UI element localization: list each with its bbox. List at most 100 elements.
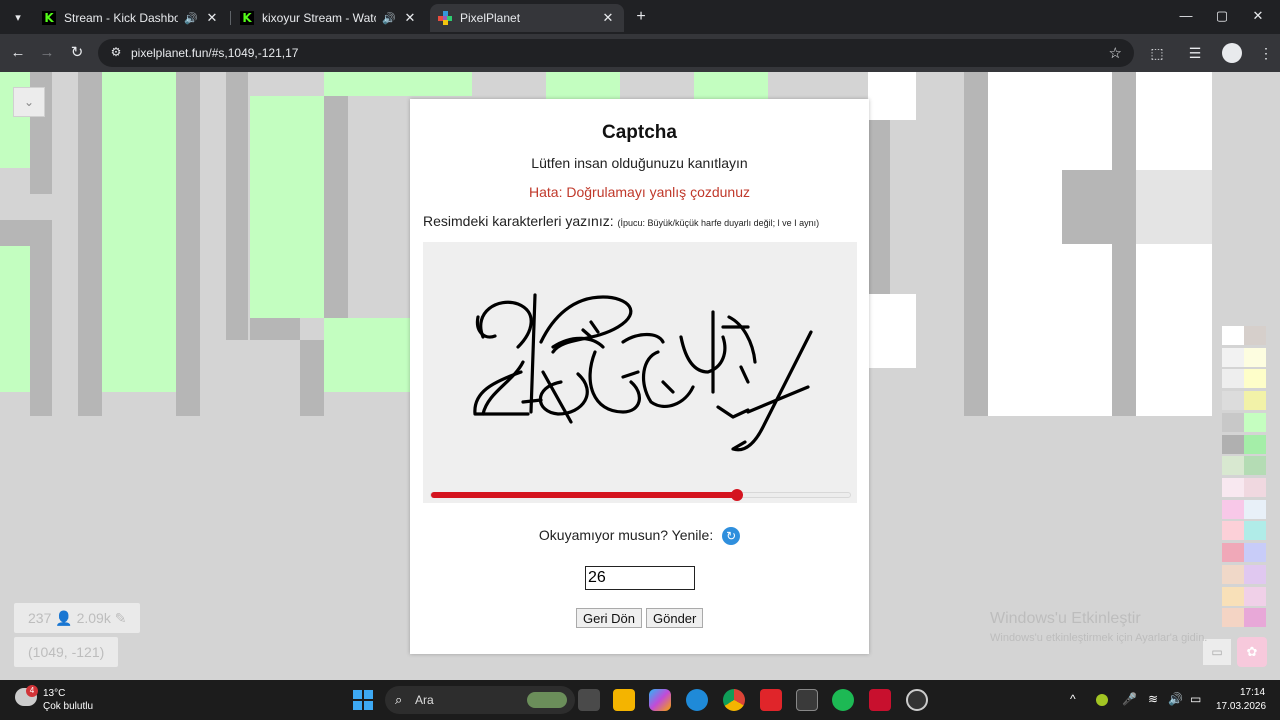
show-hidden-icons-icon[interactable]: ^ <box>1070 692 1076 706</box>
palette-swatch[interactable] <box>1244 499 1266 519</box>
palette-swatch[interactable] <box>1222 434 1244 454</box>
site-info-icon[interactable]: ⚙ <box>108 45 124 61</box>
palette-swatch[interactable] <box>1222 391 1244 411</box>
palette-swatch[interactable] <box>1222 369 1244 389</box>
minimize-button[interactable]: — <box>1176 8 1196 23</box>
color-palette[interactable] <box>1222 326 1266 630</box>
close-icon[interactable]: ✕ <box>600 10 616 26</box>
slider-thumb[interactable] <box>730 489 743 501</box>
obs-icon[interactable] <box>906 689 928 711</box>
clock-date[interactable]: 17.03.2026 <box>1216 701 1266 712</box>
palette-swatch[interactable] <box>1222 564 1244 584</box>
canvas-pixel <box>30 246 52 416</box>
close-icon[interactable]: ✕ <box>402 10 418 26</box>
palette-swatch[interactable] <box>1222 477 1244 497</box>
coordinates-display[interactable]: (1049, -121) <box>14 637 119 667</box>
close-icon[interactable]: ✕ <box>204 10 220 26</box>
kick-icon: K <box>42 11 56 25</box>
palette-swatch[interactable] <box>1244 369 1266 389</box>
tab-title: Stream - Kick Dashboard <box>64 11 178 25</box>
menu-toggle-button[interactable]: ⌄ <box>13 87 45 117</box>
palette-swatch[interactable] <box>1244 543 1266 563</box>
edge-icon[interactable] <box>686 689 708 711</box>
weather-temperature[interactable]: 13°C <box>43 688 65 699</box>
palette-swatch[interactable] <box>1222 608 1244 628</box>
new-tab-button[interactable]: + <box>632 8 650 26</box>
palette-swatch[interactable] <box>1222 543 1244 563</box>
file-explorer-icon[interactable] <box>613 689 635 711</box>
app-icon-red[interactable] <box>869 689 891 711</box>
clock-time[interactable]: 17:14 <box>1240 687 1265 698</box>
palette-swatch[interactable] <box>1222 412 1244 432</box>
palette-swatch[interactable] <box>1244 521 1266 541</box>
palette-swatch[interactable] <box>1244 456 1266 476</box>
microsoft-store-icon[interactable] <box>796 689 818 711</box>
wps-office-icon[interactable] <box>760 689 782 711</box>
palette-swatch[interactable] <box>1222 499 1244 519</box>
kick-icon: K <box>240 11 254 25</box>
reload-icon[interactable]: ↻ <box>722 527 741 546</box>
palette-button[interactable]: ✿ <box>1237 637 1267 667</box>
menu-kebab-icon[interactable]: ⋮ <box>1256 43 1276 63</box>
copilot-icon[interactable] <box>649 689 671 711</box>
window-close-button[interactable]: ✕ <box>1248 8 1268 24</box>
palette-swatch[interactable] <box>1222 521 1244 541</box>
volume-icon[interactable]: 🔊 <box>1168 692 1183 706</box>
task-view-icon[interactable] <box>578 689 600 711</box>
canvas-pixel <box>324 96 348 344</box>
extensions-icon[interactable]: ⬚ <box>1147 43 1167 63</box>
tab-list-button[interactable]: ▾ <box>8 6 28 28</box>
microphone-icon[interactable]: 🎤 <box>1122 692 1137 706</box>
tab-pixelplanet[interactable]: PixelPlanet ✕ <box>430 4 624 32</box>
forward-button[interactable]: → <box>37 43 57 63</box>
palette-swatch[interactable] <box>1244 564 1266 584</box>
tab-title: PixelPlanet <box>460 11 521 25</box>
palette-swatch[interactable] <box>1222 326 1244 345</box>
wifi-icon[interactable]: ≋ <box>1148 692 1158 706</box>
palette-swatch[interactable] <box>1244 586 1266 606</box>
search-icon: ⌕ <box>395 692 403 707</box>
maximize-button[interactable]: ▢ <box>1212 8 1232 24</box>
captcha-error: Hata: Doğrulamayı yanlış çozdunuz <box>529 184 750 200</box>
captcha-input[interactable] <box>585 566 695 590</box>
palette-swatch[interactable] <box>1222 347 1244 367</box>
media-controls-icon[interactable]: ☰ <box>1185 43 1205 63</box>
back-button[interactable]: ← <box>8 43 28 63</box>
avatar[interactable] <box>1222 43 1242 63</box>
tab-kixoyur-stream[interactable]: K kixoyur Stream - Watch Live 🔊 ✕ <box>232 4 426 32</box>
pixelplanet-icon <box>438 11 452 25</box>
spotify-icon[interactable] <box>832 689 854 711</box>
app-tray-icon[interactable] <box>1096 694 1108 706</box>
chat-icon: ▭ <box>1211 645 1223 659</box>
battery-icon[interactable]: ▭ <box>1190 692 1201 706</box>
palette-swatch[interactable] <box>1244 434 1266 454</box>
canvas-pixel <box>1112 72 1136 416</box>
palette-swatch[interactable] <box>1244 608 1266 628</box>
online-stats: 237 👤 2.09k ✎ <box>14 603 141 633</box>
weather-description[interactable]: Çok bulutlu <box>43 701 93 712</box>
tab-kick-dashboard[interactable]: K Stream - Kick Dashboard 🔊 ✕ <box>34 4 228 32</box>
canvas-pixel <box>0 246 30 392</box>
palette-swatch[interactable] <box>1222 456 1244 476</box>
palette-swatch[interactable] <box>1244 326 1266 345</box>
bookmark-star-icon[interactable]: ☆ <box>1109 44 1122 62</box>
palette-swatch[interactable] <box>1244 347 1266 367</box>
url-text[interactable]: pixelplanet.fun/#s,1049,-121,17 <box>131 46 298 60</box>
palette-swatch[interactable] <box>1244 477 1266 497</box>
address-bar[interactable]: ⚙ pixelplanet.fun/#s,1049,-121,17 ☆ <box>98 39 1134 67</box>
submit-button[interactable]: Gönder <box>646 608 704 628</box>
taskbar-search[interactable]: ⌕ Ara <box>385 686 575 714</box>
palette-swatch[interactable] <box>1244 412 1266 432</box>
audio-icon[interactable]: 🔊 <box>184 12 198 25</box>
reload-button[interactable]: ↻ <box>67 43 87 63</box>
canvas-pixel <box>1136 244 1212 416</box>
palette-swatch[interactable] <box>1222 586 1244 606</box>
canvas-pixel <box>226 72 248 340</box>
back-button[interactable]: Geri Dön <box>576 608 643 628</box>
start-button[interactable] <box>353 690 373 710</box>
audio-icon[interactable]: 🔊 <box>382 12 396 25</box>
canvas-pixel <box>1136 72 1212 170</box>
captcha-slider[interactable] <box>430 489 851 501</box>
palette-swatch[interactable] <box>1244 391 1266 411</box>
chrome-icon[interactable] <box>723 689 745 711</box>
